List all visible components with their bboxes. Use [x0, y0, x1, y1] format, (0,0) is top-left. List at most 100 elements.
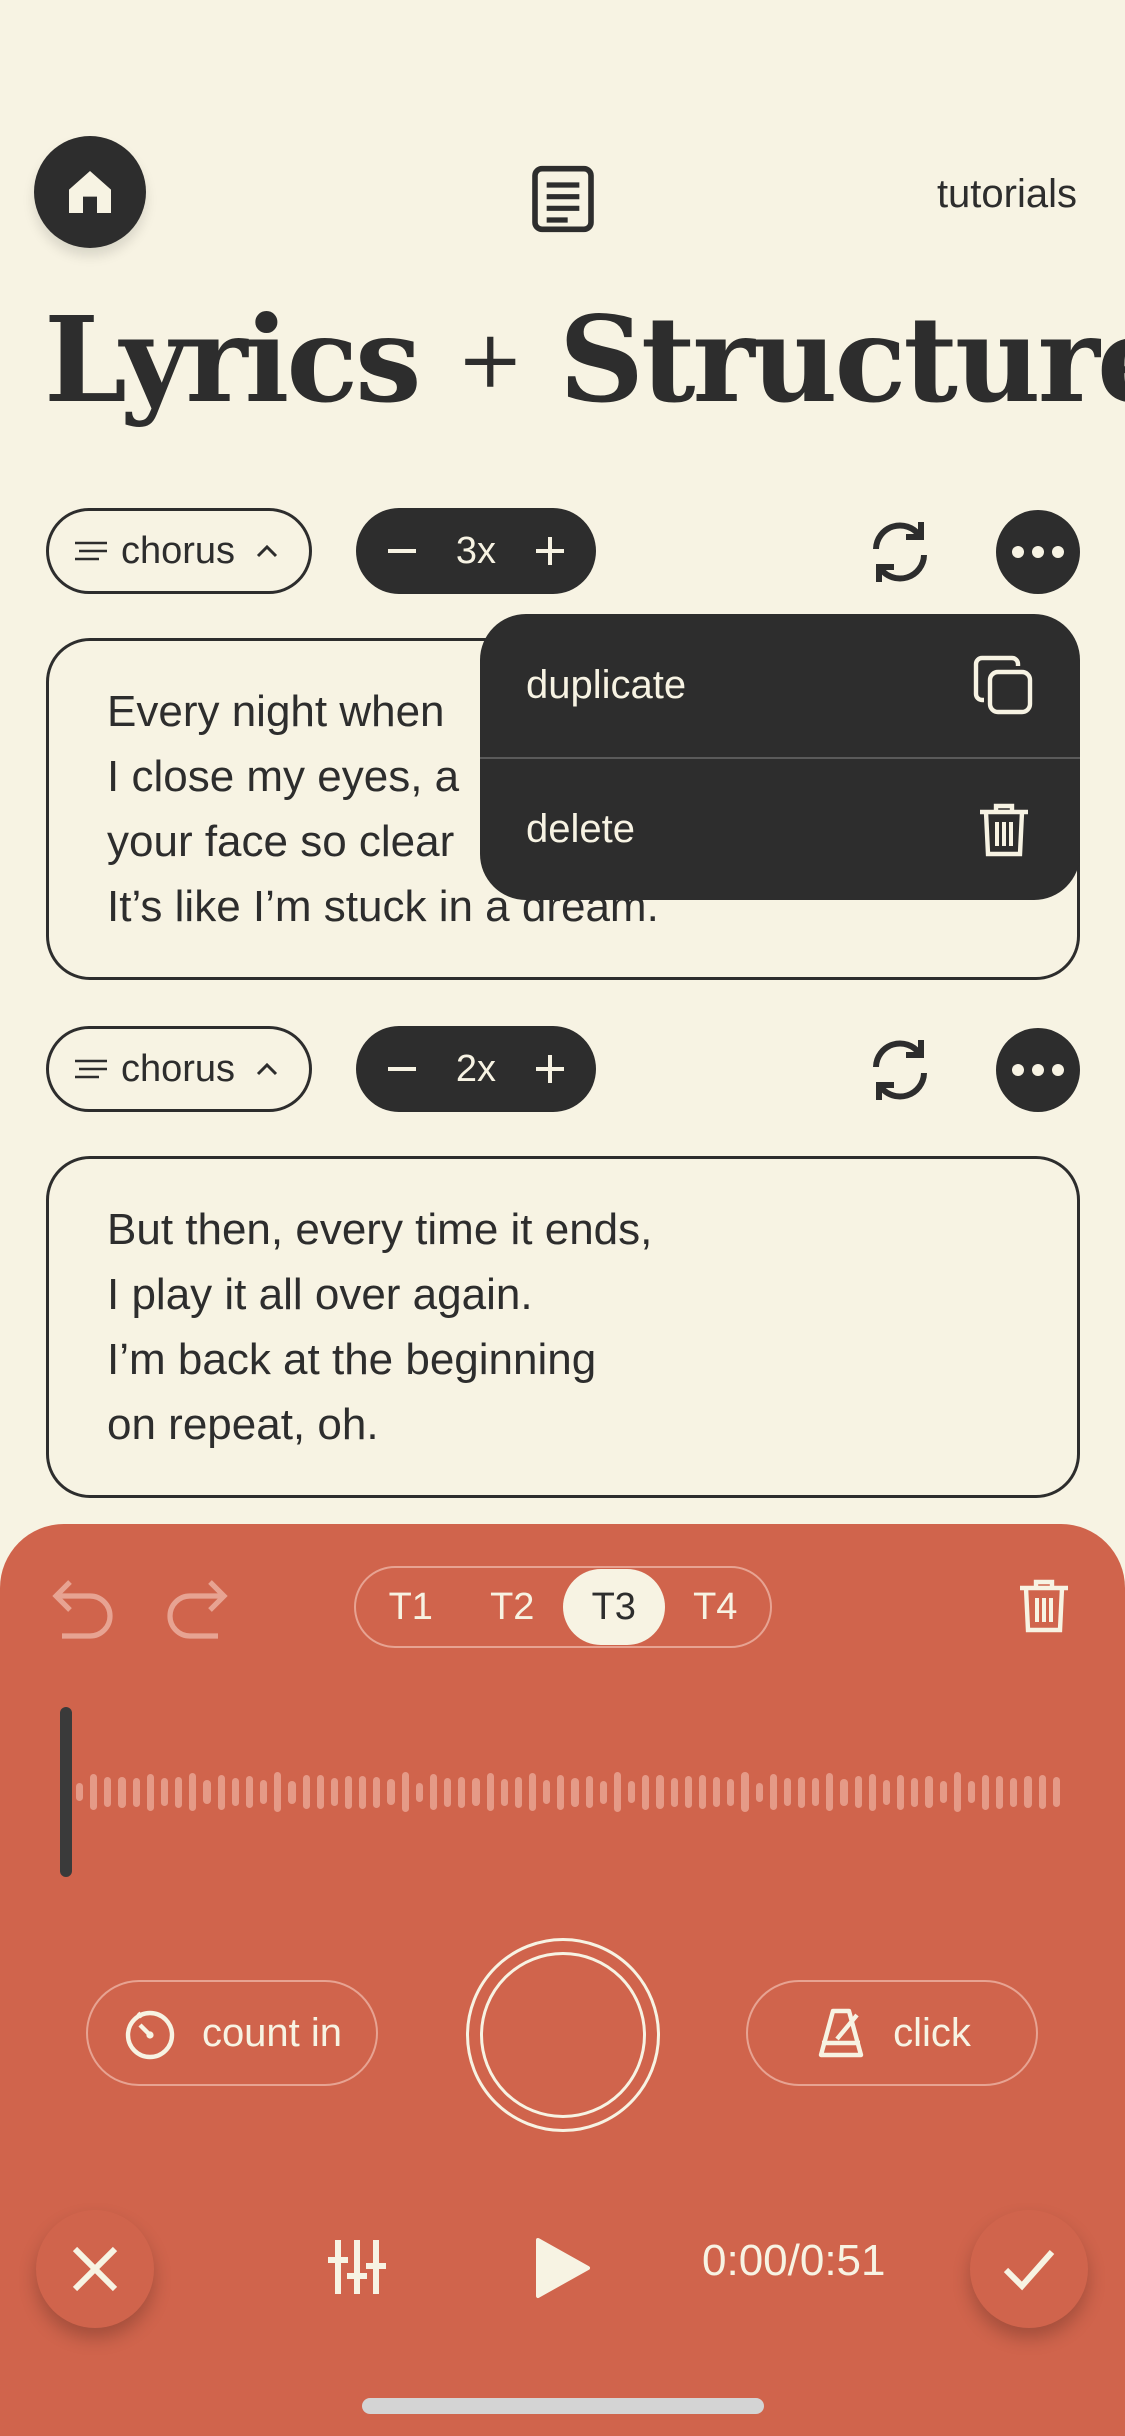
waveform-bar — [415, 1782, 423, 1802]
waveform-bar — [189, 1773, 197, 1811]
waveform-bar — [755, 1782, 763, 1802]
menu-item-delete[interactable]: delete — [480, 757, 1080, 900]
waveform-bar — [401, 1772, 409, 1812]
playback-time: 0:00/0:51 — [702, 2236, 886, 2285]
waveform-bar — [599, 1780, 607, 1804]
waveform-bar — [925, 1776, 933, 1808]
record-button[interactable] — [466, 1938, 660, 2132]
close-button[interactable] — [36, 2210, 154, 2328]
more-options-button[interactable] — [996, 1028, 1080, 1112]
waveform-bar — [684, 1776, 692, 1808]
document-icon[interactable] — [528, 164, 598, 234]
waveform-bar — [585, 1776, 593, 1808]
count-in-label: count in — [201, 2010, 343, 2055]
more-options-button[interactable] — [996, 510, 1080, 594]
menu-item-label: delete — [526, 807, 635, 851]
waveform-bar — [274, 1772, 282, 1812]
waveform-bar — [500, 1778, 508, 1806]
playhead[interactable] — [60, 1707, 72, 1877]
metronome-icon — [818, 2008, 864, 2058]
menu-item-label: duplicate — [526, 663, 687, 707]
play-icon[interactable] — [530, 2234, 594, 2302]
waveform-bar — [514, 1776, 522, 1808]
waveform-bar — [953, 1772, 961, 1812]
tab-track-1[interactable]: T1 — [360, 1569, 462, 1645]
chevron-up-icon — [257, 544, 278, 558]
trash-icon[interactable] — [1012, 1574, 1076, 1638]
confirm-button[interactable] — [970, 2210, 1088, 2328]
waveform-bar — [344, 1775, 353, 1809]
waveform-bar — [911, 1777, 919, 1807]
waveform-bar — [302, 1775, 310, 1809]
repeat-count: 2x — [455, 1047, 497, 1090]
count-in-button[interactable]: count in — [86, 1980, 378, 2086]
waveform-bar — [486, 1773, 494, 1811]
home-icon — [69, 171, 111, 213]
waveform-bar — [897, 1774, 905, 1810]
waveform-bar — [543, 1780, 551, 1804]
tab-track-2[interactable]: T2 — [462, 1569, 564, 1645]
increment-button[interactable] — [530, 1049, 570, 1089]
check-icon — [1003, 2250, 1055, 2291]
waveform-bar — [868, 1773, 876, 1811]
waveform-bar — [104, 1777, 112, 1807]
waveform-bar — [996, 1775, 1004, 1809]
undo-icon[interactable] — [46, 1576, 116, 1640]
click-button[interactable]: click — [746, 1980, 1038, 2086]
section-type-selector[interactable]: chorus — [46, 508, 312, 594]
home-button[interactable] — [34, 136, 146, 248]
waveform-bar — [826, 1773, 834, 1811]
waveform-bar — [656, 1775, 664, 1809]
dot-icon — [1012, 1064, 1024, 1076]
dot-icon — [1052, 546, 1064, 558]
lyrics-text-box[interactable]: But then, every time it ends, I play it … — [46, 1156, 1080, 1498]
waveform-bar — [1010, 1777, 1018, 1807]
increment-button[interactable] — [530, 531, 570, 571]
waveform-bar — [783, 1778, 791, 1806]
repeat-icon[interactable] — [864, 516, 936, 588]
chevron-up-icon — [257, 1062, 278, 1076]
click-label: click — [893, 2010, 971, 2055]
dot-icon — [1012, 546, 1024, 558]
waveform-bar — [1038, 1775, 1046, 1809]
waveform-bar — [76, 1783, 84, 1801]
waveform-bar — [727, 1778, 735, 1806]
tab-track-3[interactable]: T3 — [563, 1569, 665, 1645]
section-label: chorus — [121, 529, 236, 572]
waveform-bar — [613, 1772, 622, 1812]
section-type-selector[interactable]: chorus — [46, 1026, 312, 1112]
waveform-bar — [231, 1778, 239, 1806]
waveform-bar — [557, 1774, 565, 1810]
tab-track-4[interactable]: T4 — [665, 1569, 767, 1645]
redo-icon[interactable] — [164, 1576, 234, 1640]
plus-icon — [535, 537, 564, 565]
decrement-button[interactable] — [382, 531, 422, 571]
dot-icon — [1032, 1064, 1044, 1076]
menu-item-duplicate[interactable]: duplicate — [480, 614, 1080, 757]
waveform-bar — [217, 1774, 225, 1810]
waveform-bar — [882, 1779, 891, 1805]
lyric-line: on repeat, oh. — [107, 1400, 379, 1449]
waveform-bar — [146, 1773, 154, 1811]
section-options-menu: duplicate delete — [480, 614, 1080, 900]
plus-icon — [535, 1055, 564, 1083]
waveform-bar — [330, 1778, 338, 1806]
sliders-icon[interactable] — [326, 2236, 388, 2298]
minus-icon — [388, 1067, 416, 1071]
tutorials-link[interactable]: tutorials — [937, 172, 1077, 217]
waveform-bar — [160, 1778, 169, 1806]
waveform-bar — [444, 1777, 452, 1807]
lyric-line: But then, every time it ends, — [107, 1205, 653, 1254]
lyric-line: I play it all over again. — [107, 1270, 533, 1319]
waveform-bar — [840, 1778, 848, 1806]
waveform-bar — [854, 1776, 862, 1808]
waveform-bar — [967, 1781, 975, 1803]
waveform-bar — [741, 1772, 749, 1812]
track-selector: T1 T2 T3 T4 — [354, 1566, 772, 1648]
repeat-icon[interactable] — [864, 1034, 936, 1106]
waveform-bar — [797, 1776, 806, 1808]
decrement-button[interactable] — [382, 1049, 422, 1089]
waveform[interactable] — [76, 1760, 1060, 1824]
minus-icon — [388, 549, 416, 553]
repeat-stepper: 3x — [356, 508, 596, 594]
